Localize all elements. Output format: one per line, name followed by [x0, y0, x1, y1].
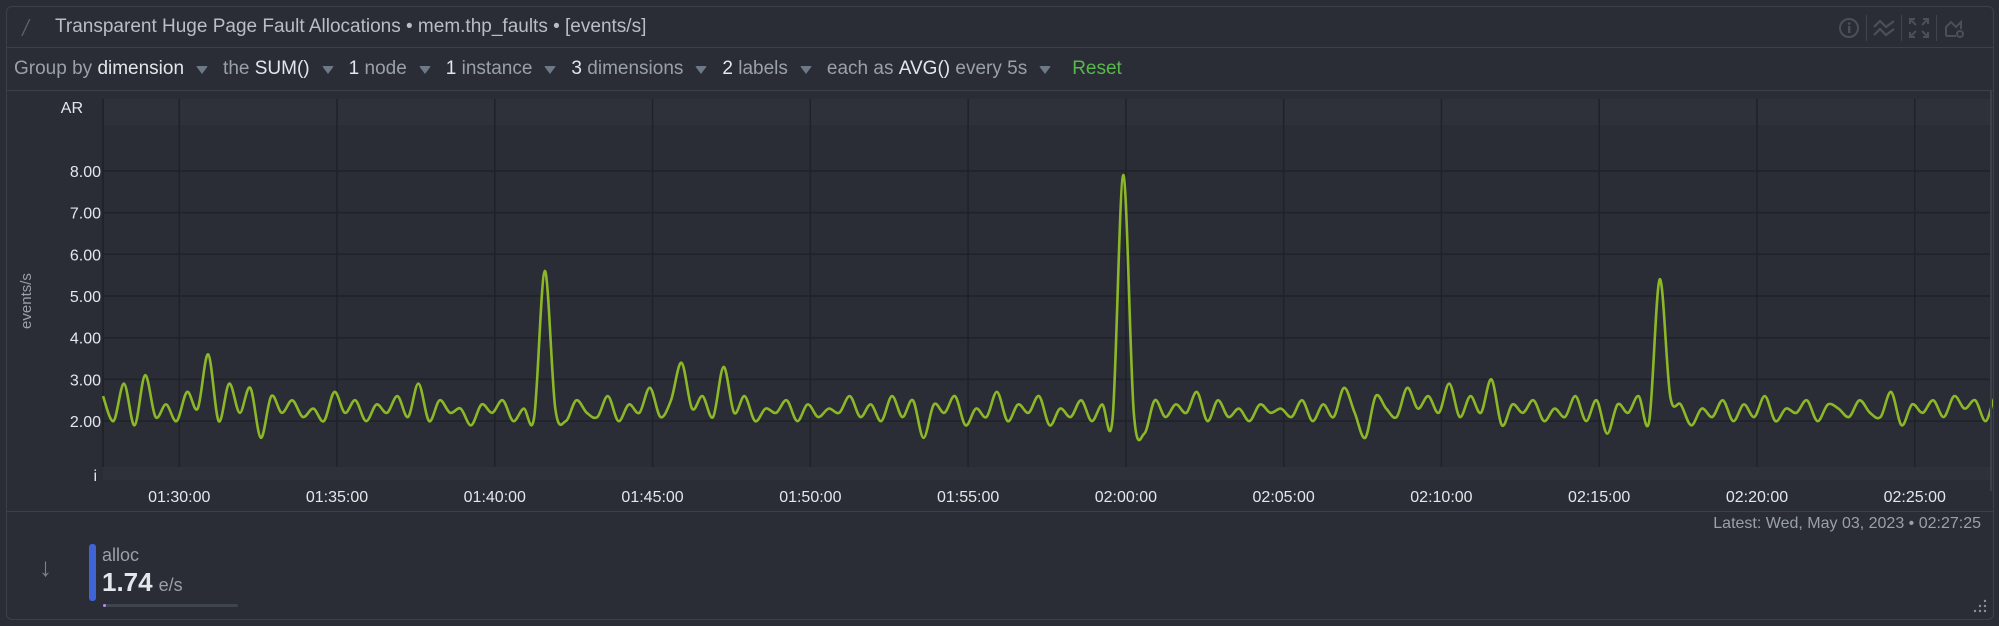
aggregation-prefix: the	[223, 58, 250, 79]
labels-label: labels	[738, 58, 788, 79]
group-by-prefix: Group by	[14, 58, 93, 79]
chart-panel: | Transparent Huge Page Fault Allocation…	[6, 6, 1999, 620]
chevron-down-icon	[695, 66, 708, 74]
instances-count: 1	[445, 58, 457, 79]
group-by-value: dimension	[97, 58, 185, 79]
y-tick-label: 2.00	[70, 414, 101, 431]
aggregation-value: SUM()	[254, 58, 310, 79]
chevron-down-icon	[418, 66, 431, 74]
annotation-band-bottom	[103, 467, 1991, 480]
legend-color-bar	[89, 544, 96, 601]
x-tick-label: 01:40:00	[464, 489, 526, 506]
y-tick-label: 5.00	[70, 289, 101, 306]
x-tick-label: 02:15:00	[1568, 489, 1630, 506]
alert-icon[interactable]	[1937, 15, 1971, 41]
time-agg-prefix: each as	[826, 58, 894, 79]
legend-value: 1.74 e/s	[102, 567, 183, 598]
x-tick-label: 01:50:00	[779, 489, 841, 506]
annotation-band-top	[103, 99, 1991, 125]
chevron-down-icon	[196, 66, 209, 74]
labels-dropdown[interactable]: 2 labels	[722, 58, 812, 80]
legend-progress-track	[103, 604, 238, 607]
x-tick-label: 01:55:00	[937, 489, 999, 506]
line-chart[interactable]: 2.00 3.00 4.00 5.00 6.00 7.00 8.00 01:30:00 01:…	[7, 91, 1999, 511]
x-tick-label: 01:30:00	[148, 489, 210, 506]
instances-dropdown[interactable]: 1 instance	[446, 58, 557, 80]
x-tick-label: 01:45:00	[621, 489, 683, 506]
latest-label: Latest:	[1713, 515, 1762, 532]
time-agg-suffix: every 5s	[955, 58, 1028, 79]
aggregation-dropdown[interactable]: the SUM()	[223, 58, 334, 80]
x-tick-label: 01:35:00	[306, 489, 368, 506]
fullscreen-icon[interactable]	[1902, 15, 1936, 41]
chevron-down-icon	[544, 66, 557, 74]
y-tick-label: 7.00	[70, 206, 101, 223]
top-band-label: AR	[61, 100, 83, 117]
legend-unit: e/s	[158, 575, 183, 595]
legend-name: alloc	[102, 545, 140, 565]
x-tick-label: 02:05:00	[1253, 489, 1315, 506]
x-tick-label: 02:25:00	[1884, 489, 1946, 506]
arrow-down-icon[interactable]: ↓	[39, 552, 52, 583]
y-tick-label: 8.00	[70, 164, 101, 181]
resize-handle-icon[interactable]	[1973, 599, 1987, 613]
instances-label: instance	[461, 58, 533, 79]
y-tick-label: 4.00	[70, 331, 101, 348]
nodes-label: node	[364, 58, 407, 79]
nodes-count: 1	[348, 58, 360, 79]
latest-value: Wed, May 03, 2023 • 02:27:25	[1765, 515, 1981, 532]
chevron-down-icon	[1039, 66, 1052, 74]
y-axis-label: events/s	[18, 273, 35, 329]
footer-divider	[7, 511, 1993, 512]
x-tick-label: 02:00:00	[1095, 489, 1157, 506]
x-tick-label: 02:10:00	[1410, 489, 1472, 506]
y-tick-label: 6.00	[70, 247, 101, 264]
legend-value-number: 1.74	[102, 567, 153, 597]
x-tick-label: 02:20:00	[1726, 489, 1788, 506]
time-aggregation-dropdown[interactable]: each as AVG() every 5s	[826, 58, 1052, 80]
chart-area[interactable]: 2.00 3.00 4.00 5.00 6.00 7.00 8.00 01:30:00 01:…	[7, 91, 1999, 511]
dimensions-dropdown[interactable]: 3 dimensions	[571, 58, 708, 80]
latest-timestamp: Latest: Wed, May 03, 2023 • 02:27:25	[1713, 515, 1981, 533]
chart-title: Transparent Huge Page Fault Allocations …	[55, 16, 647, 37]
group-by-dropdown[interactable]: Group by dimension	[14, 58, 209, 80]
chart-type-icon[interactable]	[1867, 15, 1901, 41]
header-toolbar	[1832, 15, 1971, 41]
series-line-alloc[interactable]	[101, 133, 1999, 442]
time-agg-value: AVG()	[898, 58, 951, 79]
reset-button[interactable]: Reset	[1072, 58, 1122, 80]
drag-handle-icon[interactable]: |	[19, 16, 34, 37]
chevron-down-icon	[799, 66, 812, 74]
dimensions-count: 3	[571, 58, 582, 79]
chart-filters: Group by dimension the SUM() 1 node 1 in…	[7, 48, 1993, 91]
dimensions-label: dimensions	[587, 58, 684, 79]
bottom-band-label: i	[93, 468, 97, 485]
chart-header: | Transparent Huge Page Fault Allocation…	[7, 7, 1993, 48]
nodes-dropdown[interactable]: 1 node	[349, 58, 431, 80]
info-icon[interactable]	[1832, 15, 1866, 41]
chevron-down-icon	[321, 66, 334, 74]
legend-progress-fill	[103, 604, 106, 607]
labels-count: 2	[722, 58, 733, 79]
y-tick-label: 3.00	[70, 372, 101, 389]
